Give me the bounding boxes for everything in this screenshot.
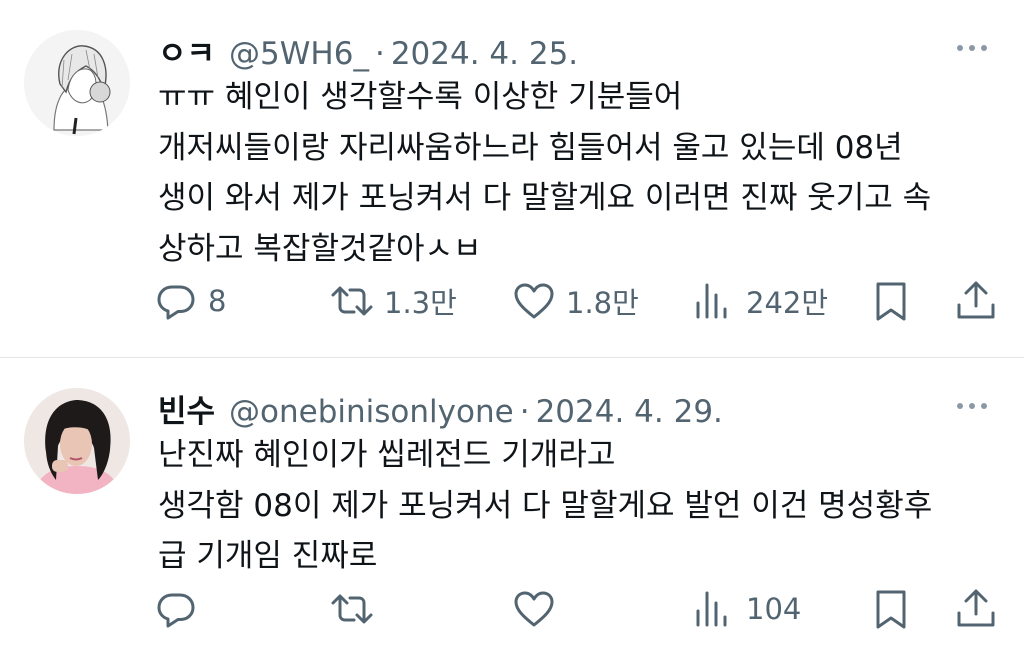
reply-count: 8 [208, 284, 227, 318]
author-name[interactable]: 빈수 [158, 386, 215, 431]
like-icon [514, 591, 554, 627]
action-bar: 8 1.3만 1.8만 242만 [0, 276, 1024, 326]
share-button[interactable] [954, 584, 998, 634]
separator: · [374, 36, 385, 72]
reply-icon [157, 285, 195, 320]
bookmark-button[interactable] [869, 584, 913, 634]
tweet-text-line: 생각함 08이 제가 포닝켜서 다 말할게요 발언 이건 명성황후 [158, 487, 933, 524]
avatar[interactable] [24, 30, 130, 136]
tweet-text-line: 개저씨들이랑 자리싸움하느라 힘들어서 울고 있는데 08년 [158, 129, 903, 166]
tweet-text-line: 생이 와서 제가 포닝켜서 다 말할게요 이러면 진짜 웃기고 속 [158, 180, 932, 216]
retweet-icon [331, 286, 373, 316]
more-icon[interactable] [952, 396, 992, 416]
retweet-icon [331, 594, 373, 624]
bookmark-button[interactable] [869, 276, 913, 326]
author-handle[interactable]: @5WH6_ [229, 36, 369, 72]
tweet-text: ㅠㅠ 혜인이 생각할수록 이상한 기분들어 개저씨들이랑 자리싸움하느라 힘들어… [158, 72, 1008, 274]
tweet-header: 빈수 @onebinisonlyone · 2024. 4. 29. [158, 386, 723, 430]
views-icon [696, 591, 727, 627]
avatar[interactable] [24, 388, 130, 494]
tweet-date[interactable]: 2024. 4. 29. [536, 394, 723, 430]
more-icon[interactable] [952, 38, 992, 58]
like-icon [514, 283, 554, 319]
like-button[interactable] [512, 584, 566, 634]
view-count: 104 [746, 592, 802, 626]
views-button[interactable]: 104 [692, 584, 801, 634]
tweet-text-line: ㅠㅠ 혜인이 생각할수록 이상한 기분들어 [158, 79, 683, 115]
tweet[interactable]: ㅇㅋ @5WH6_ · 2024. 4. 25. ㅠㅠ 혜인이 생각할수록 이상… [0, 0, 1024, 357]
tweet-text-line: 난진짜 혜인이가 씹레전드 기개라고 [158, 437, 616, 473]
retweet-button[interactable] [330, 584, 384, 634]
views-icon [696, 283, 727, 319]
author-handle[interactable]: @onebinisonlyone [229, 394, 514, 430]
tweet-date[interactable]: 2024. 4. 25. [391, 36, 578, 72]
view-count: 242만 [746, 286, 829, 320]
action-bar: 104 [0, 584, 1024, 634]
like-button[interactable]: 1.8만 [512, 276, 639, 326]
like-count: 1.8만 [566, 286, 639, 320]
retweet-count: 1.3만 [384, 286, 457, 320]
share-button[interactable] [954, 276, 998, 326]
reply-button[interactable]: 8 [154, 276, 226, 326]
tweet-text-line: 급 기개임 진짜로 [158, 538, 378, 574]
tweet-text-line: 상하고 복잡할것같아ㅅㅂ [158, 230, 482, 267]
views-button[interactable]: 242만 [692, 276, 828, 326]
separator: · [519, 394, 530, 430]
bookmark-icon [876, 590, 906, 629]
tweet-header: ㅇㅋ @5WH6_ · 2024. 4. 25. [158, 28, 578, 72]
author-name[interactable]: ㅇㅋ [158, 28, 215, 73]
share-icon [957, 589, 995, 627]
bookmark-icon [876, 282, 906, 321]
retweet-button[interactable]: 1.3만 [330, 276, 457, 326]
reply-icon [157, 593, 195, 628]
tweet[interactable]: 빈수 @onebinisonlyone · 2024. 4. 29. 난진짜 혜… [0, 358, 1024, 668]
reply-button[interactable] [154, 584, 208, 634]
share-icon [957, 281, 995, 319]
tweet-text: 난진짜 혜인이가 씹레전드 기개라고 생각함 08이 제가 포닝켜서 다 말할게… [158, 430, 1008, 582]
